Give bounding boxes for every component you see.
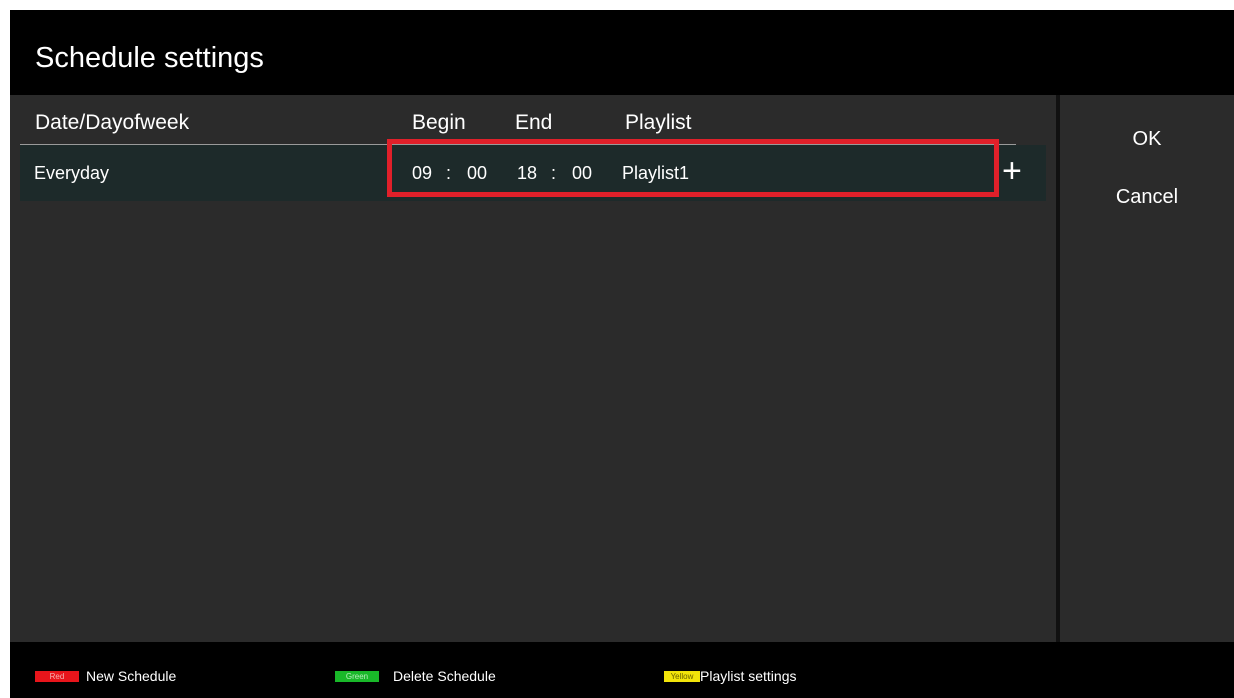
schedule-settings-screen: Schedule settings Date/Dayofweek Begin E…: [10, 10, 1234, 698]
schedule-list-panel: Date/Dayofweek Begin End Playlist Everyd…: [10, 95, 1056, 642]
red-key-label[interactable]: New Schedule: [86, 668, 176, 685]
color-key-footer: Red New Schedule Green Delete Schedule Y…: [10, 642, 1234, 698]
yellow-key-badge: Yellow: [664, 671, 700, 682]
title-bar: Schedule settings: [10, 10, 1234, 95]
action-side-panel: OK Cancel: [1060, 95, 1234, 642]
column-header-end: End: [515, 111, 553, 134]
ok-button[interactable]: OK: [1060, 127, 1234, 151]
red-key-badge: Red: [35, 671, 79, 682]
schedule-row[interactable]: Everyday 09 : 00 18 : 00 Playlist1 +: [20, 139, 1046, 201]
page-title: Schedule settings: [35, 42, 264, 74]
green-key-badge: Green: [335, 671, 379, 682]
column-header-begin: Begin: [412, 111, 466, 134]
column-header-date: Date/Dayofweek: [35, 111, 190, 134]
yellow-key-label[interactable]: Playlist settings: [700, 668, 796, 685]
highlight-box: [387, 139, 999, 197]
green-key-label[interactable]: Delete Schedule: [393, 668, 496, 685]
row-date: Everyday: [34, 163, 110, 183]
add-schedule-button[interactable]: +: [1002, 153, 1022, 189]
cancel-button[interactable]: Cancel: [1060, 185, 1234, 209]
column-header-playlist: Playlist: [625, 111, 692, 134]
